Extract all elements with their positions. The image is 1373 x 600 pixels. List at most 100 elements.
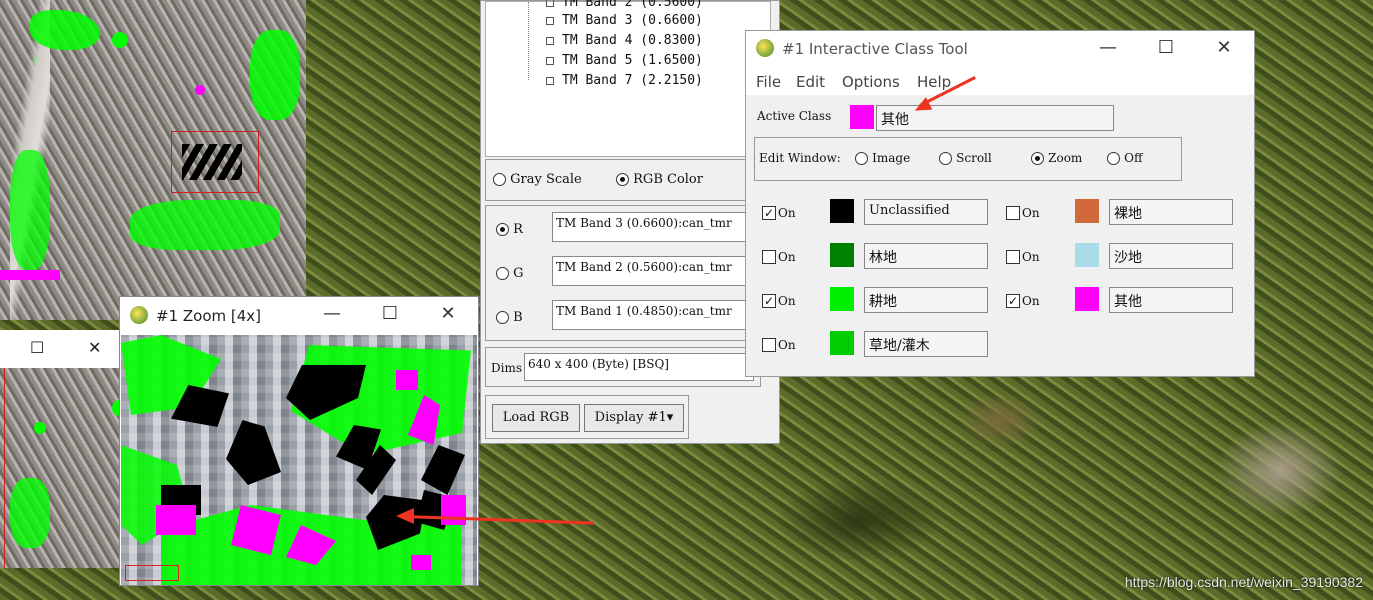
class-color-swatch[interactable] xyxy=(830,287,854,311)
zoom-box-indicator xyxy=(4,368,5,568)
class-tool-title: #1 Interactive Class Tool xyxy=(782,40,968,58)
close-icon[interactable]: ✕ xyxy=(88,338,101,357)
radio-icon xyxy=(496,311,509,324)
rgb-band-group: R TM Band 3 (0.6600):can_tmr G TM Band 2… xyxy=(485,205,769,341)
menu-options[interactable]: Options xyxy=(842,73,900,91)
class-name-field[interactable]: Unclassified xyxy=(864,199,988,225)
green-class-region xyxy=(250,30,300,120)
class-on-checkbox[interactable]: On xyxy=(762,249,796,264)
on-label: On xyxy=(1022,205,1040,220)
available-bands-list-window[interactable]: TM Band 2 (0.5600) TM Band 3 (0.6600) TM… xyxy=(480,0,780,444)
band-item[interactable]: TM Band 3 (0.6600) xyxy=(546,13,703,28)
checkbox-icon xyxy=(1006,249,1020,264)
scroll-window-image[interactable] xyxy=(0,368,122,568)
edit-zoom-radio[interactable]: Zoom xyxy=(1031,151,1082,166)
b-band-field[interactable]: TM Band 1 (0.4850):can_tmr xyxy=(552,300,748,330)
class-name-field[interactable]: 耕地 xyxy=(864,287,988,313)
maximize-icon[interactable]: ☐ xyxy=(30,338,44,357)
edit-off-label: Off xyxy=(1124,151,1143,165)
g-band-field[interactable]: TM Band 2 (0.5600):can_tmr xyxy=(552,256,748,286)
class-name-field[interactable]: 草地/灌木 xyxy=(864,331,988,357)
zoom-canvas[interactable] xyxy=(121,335,477,585)
class-color-swatch[interactable] xyxy=(830,199,854,223)
class-color-swatch[interactable] xyxy=(1075,243,1099,267)
minimize-icon[interactable]: — xyxy=(1096,37,1120,58)
class-on-checkbox[interactable]: ✓ On xyxy=(762,293,796,308)
tree-node-icon xyxy=(546,36,554,45)
load-rgb-button[interactable]: Load RGB xyxy=(492,404,580,432)
class-name-field[interactable]: 沙地 xyxy=(1109,243,1233,269)
menu-help[interactable]: Help xyxy=(917,73,951,91)
gray-scale-label: Gray Scale xyxy=(510,172,582,187)
maximize-icon[interactable]: ☐ xyxy=(378,303,402,324)
b-channel-radio[interactable]: B xyxy=(496,310,523,325)
tree-node-icon xyxy=(546,16,554,25)
edit-zoom-label: Zoom xyxy=(1048,151,1083,165)
class-on-checkbox[interactable]: ✓ On xyxy=(762,205,796,220)
edit-image-radio[interactable]: Image xyxy=(855,151,910,166)
band-item[interactable]: TM Band 4 (0.8300) xyxy=(546,33,703,48)
checkbox-icon xyxy=(762,249,776,264)
class-name-field[interactable]: 其他 xyxy=(1109,287,1233,313)
class-color-swatch[interactable] xyxy=(830,331,854,355)
zoom-control-icons[interactable] xyxy=(125,565,179,581)
checkbox-icon: ✓ xyxy=(762,205,776,220)
class-color-swatch[interactable] xyxy=(830,243,854,267)
watermark: https://blog.csdn.net/weixin_39190382 xyxy=(1124,574,1363,590)
edit-off-radio[interactable]: Off xyxy=(1107,151,1143,166)
interactive-class-tool-window[interactable]: #1 Interactive Class Tool — ☐ ✕ File Edi… xyxy=(745,30,1255,377)
menu-edit[interactable]: Edit xyxy=(796,73,825,91)
display-dropdown[interactable]: Display #1▾ xyxy=(584,404,684,432)
g-label: G xyxy=(513,266,524,281)
edit-scroll-radio[interactable]: Scroll xyxy=(939,151,992,166)
class-on-checkbox[interactable]: On xyxy=(1006,249,1040,264)
black-class-region xyxy=(226,420,281,485)
image-window[interactable] xyxy=(0,0,306,320)
menu-file[interactable]: File xyxy=(756,73,781,91)
class-name-field[interactable]: 裸地 xyxy=(1109,199,1233,225)
close-icon[interactable]: ✕ xyxy=(436,303,460,324)
zoom-window-titlebar[interactable]: #1 Zoom [4x] — ☐ ✕ xyxy=(120,297,478,335)
zoom-window-title: #1 Zoom [4x] xyxy=(156,307,262,325)
class-color-swatch[interactable] xyxy=(1075,199,1099,223)
radio-icon xyxy=(496,223,509,236)
scroll-window[interactable]: ☐ ✕ xyxy=(0,330,122,568)
tree-node-icon xyxy=(546,76,554,85)
envi-logo-icon xyxy=(130,306,148,324)
class-name-field[interactable]: 林地 xyxy=(864,243,988,269)
checkbox-icon xyxy=(762,337,776,352)
class-on-checkbox[interactable]: ✓ On xyxy=(1006,293,1040,308)
class-on-checkbox[interactable]: On xyxy=(1006,205,1040,220)
zoom-window[interactable]: #1 Zoom [4x] — ☐ ✕ xyxy=(119,296,479,586)
g-channel-radio[interactable]: G xyxy=(496,266,524,281)
rgb-color-radio[interactable]: RGB Color xyxy=(616,172,703,187)
band-item[interactable]: TM Band 2 (0.5600) xyxy=(546,0,703,10)
black-class-region xyxy=(421,445,465,495)
r-band-field[interactable]: TM Band 3 (0.6600):can_tmr xyxy=(552,212,748,242)
gray-scale-radio[interactable]: Gray Scale xyxy=(493,172,582,187)
zoom-box-indicator[interactable] xyxy=(171,131,259,193)
band-tree[interactable]: TM Band 2 (0.5600) TM Band 3 (0.6600) TM… xyxy=(485,0,771,157)
close-icon[interactable]: ✕ xyxy=(1212,37,1236,58)
edit-scroll-label: Scroll xyxy=(956,151,992,165)
edit-image-label: Image xyxy=(872,151,911,165)
class-on-checkbox[interactable]: On xyxy=(762,337,796,352)
r-channel-radio[interactable]: R xyxy=(496,222,523,237)
active-class-label: Active Class xyxy=(757,109,832,123)
class-color-swatch[interactable] xyxy=(1075,287,1099,311)
radio-icon xyxy=(496,267,509,280)
band-item[interactable]: TM Band 7 (2.2150) xyxy=(546,73,703,88)
active-class-field[interactable]: 其他 xyxy=(876,105,1114,131)
band-item[interactable]: TM Band 5 (1.6500) xyxy=(546,53,703,68)
on-label: On xyxy=(778,205,796,220)
band-label: TM Band 3 (0.6600) xyxy=(562,13,703,28)
active-class-swatch[interactable] xyxy=(850,105,874,129)
tree-node-icon xyxy=(546,0,554,7)
class-tool-titlebar[interactable]: #1 Interactive Class Tool — ☐ ✕ xyxy=(746,31,1254,69)
radio-icon xyxy=(939,152,952,165)
minimize-icon[interactable]: — xyxy=(320,303,344,324)
maximize-icon[interactable]: ☐ xyxy=(1154,37,1178,58)
edit-window-group: Edit Window: Image Scroll Zoom Off xyxy=(754,137,1182,181)
band-label: TM Band 2 (0.5600) xyxy=(562,0,703,10)
scroll-window-titlebar[interactable]: ☐ ✕ xyxy=(0,330,122,368)
